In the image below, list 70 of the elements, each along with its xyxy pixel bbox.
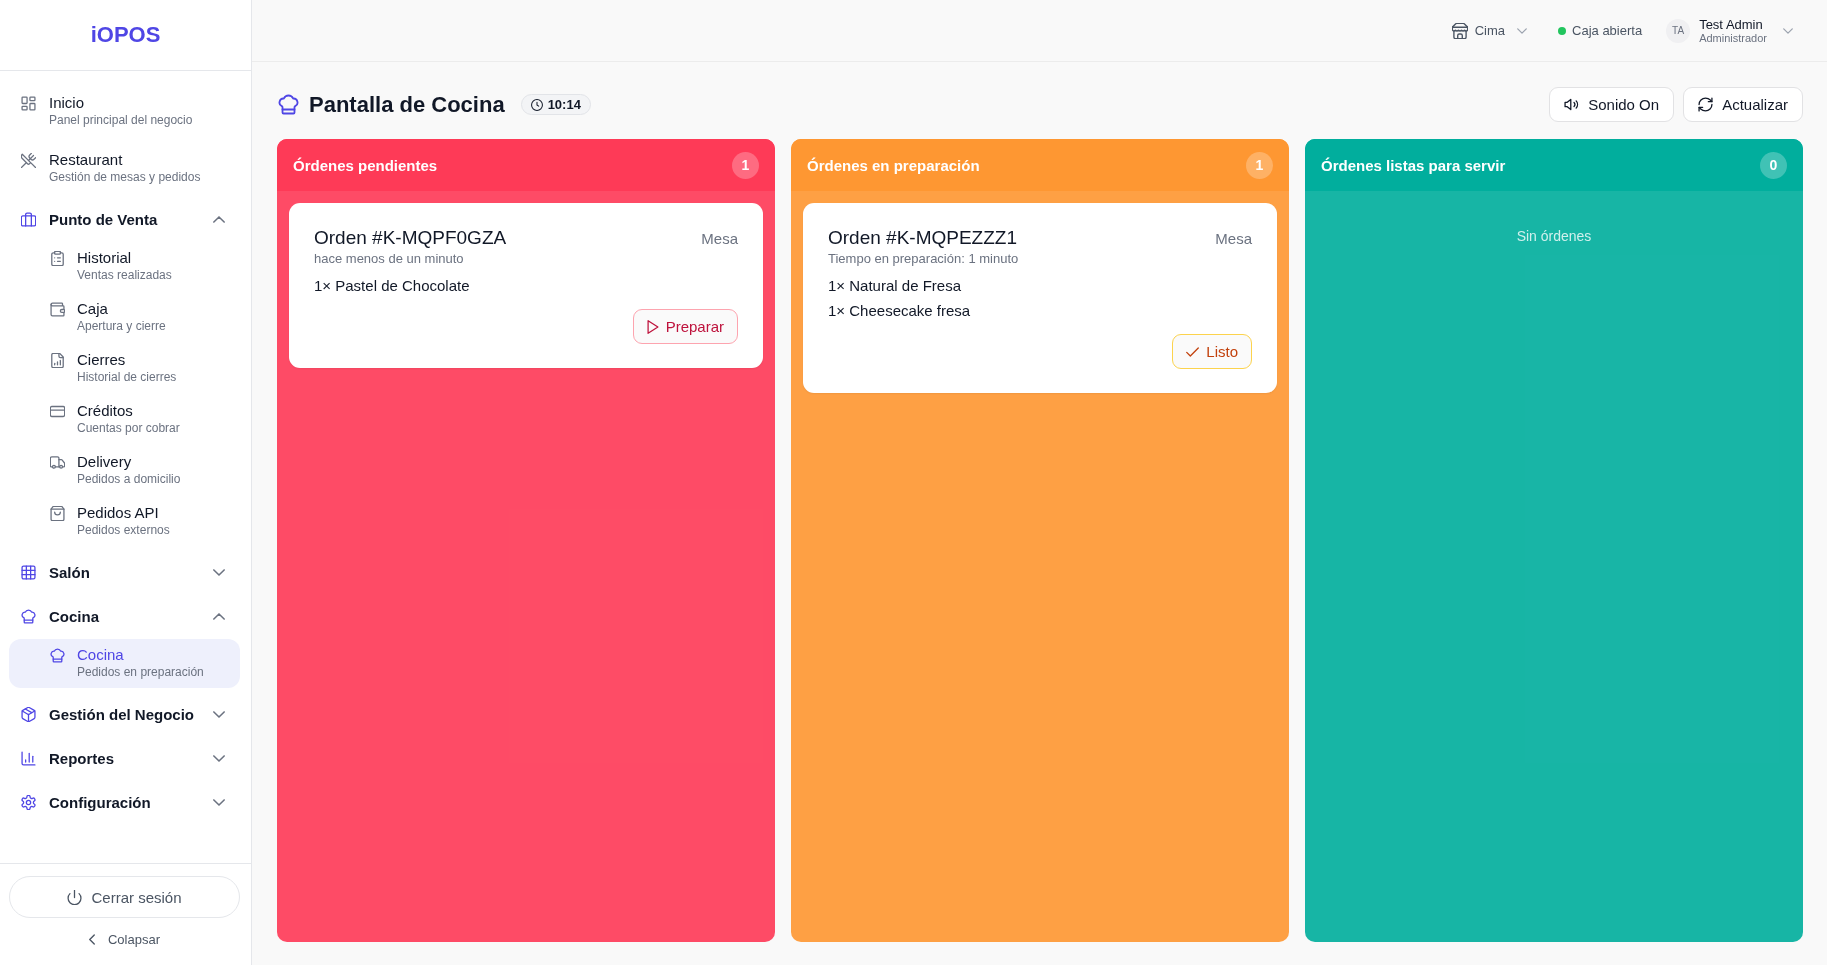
avatar: TA bbox=[1666, 18, 1691, 43]
nav-item[interactable]: Delivery Pedidos a domicilio bbox=[9, 446, 240, 495]
column-title: Órdenes en preparación bbox=[807, 156, 980, 174]
chevron-down-icon bbox=[1783, 27, 1793, 34]
sound-button[interactable]: Sonido On bbox=[1549, 87, 1675, 122]
nav-item[interactable]: Cocina Pedidos en preparación bbox=[9, 639, 240, 688]
chevron-left-icon bbox=[89, 933, 95, 945]
order-time: Tiempo en preparación: 1 minuto bbox=[828, 251, 1020, 267]
count-badge: 0 bbox=[1760, 151, 1787, 179]
check-icon bbox=[1186, 346, 1200, 357]
nav-item[interactable]: Restaurant Gestión de mesas y pedidos bbox=[9, 140, 240, 197]
refresh-icon bbox=[1698, 97, 1714, 112]
order-item: 1× Pastel de Chocolate bbox=[314, 276, 471, 296]
nav-item[interactable]: Pedidos API Pedidos externos bbox=[9, 497, 240, 546]
order-number: Orden #K-MQPEZZZ1 bbox=[828, 226, 1017, 250]
prepare-button[interactable]: Preparar bbox=[632, 309, 738, 344]
bag-icon bbox=[50, 505, 65, 521]
settings-icon bbox=[21, 794, 36, 810]
order-item: 1× Natural de Fresa bbox=[828, 276, 962, 296]
clock-icon bbox=[530, 98, 543, 111]
nav-section[interactable]: Punto de Venta bbox=[9, 197, 240, 241]
chef-hat-icon bbox=[278, 94, 299, 115]
nav-section[interactable]: Salón bbox=[9, 550, 240, 594]
order-number: Orden #K-MQPF0GZA bbox=[314, 226, 507, 250]
nav-section[interactable]: Gestión del Negocio bbox=[9, 692, 240, 736]
file-chart-icon bbox=[50, 352, 65, 368]
user-menu[interactable]: TA Test Admin Administrador bbox=[1666, 16, 1793, 45]
nav-section[interactable]: Reportes bbox=[9, 736, 240, 780]
cash-status: Caja abierta bbox=[1572, 23, 1643, 38]
wallet-icon bbox=[50, 301, 65, 317]
package-icon bbox=[21, 706, 36, 722]
table-label: Mesa bbox=[1215, 230, 1252, 247]
nav-item[interactable]: Cierres Historial de cierres bbox=[9, 344, 240, 393]
briefcase-icon bbox=[21, 211, 36, 227]
store-selector[interactable]: Cima bbox=[1451, 22, 1528, 39]
speaker-icon bbox=[1564, 97, 1580, 112]
truck-icon bbox=[50, 454, 65, 470]
empty-message: Sin órdenes bbox=[1515, 227, 1593, 245]
credit-card-icon bbox=[50, 403, 65, 419]
count-badge: 1 bbox=[1246, 151, 1273, 179]
utensils-icon bbox=[21, 152, 36, 168]
chevron-down-icon bbox=[1517, 27, 1528, 34]
chef-hat-icon bbox=[50, 647, 65, 663]
grid-icon bbox=[21, 564, 36, 580]
chef-hat-icon bbox=[21, 608, 36, 624]
column-title: Órdenes pendientes bbox=[293, 156, 438, 174]
logo: iOPOS bbox=[90, 22, 161, 48]
table-label: Mesa bbox=[701, 230, 738, 247]
nav-section[interactable]: Cocina bbox=[9, 594, 240, 638]
ready-button[interactable]: Listo bbox=[1172, 334, 1252, 369]
order-item: 1× Cheesecake fresa bbox=[828, 301, 972, 321]
nav-item[interactable]: Créditos Cuentas por cobrar bbox=[9, 395, 240, 444]
clipboard-icon bbox=[50, 250, 65, 266]
refresh-button[interactable]: Actualizar bbox=[1683, 87, 1803, 122]
collapse-button[interactable]: Colapsar bbox=[89, 931, 160, 947]
store-icon bbox=[1451, 22, 1468, 39]
nav-item[interactable]: Inicio Panel principal del negocio bbox=[9, 83, 240, 140]
column-title: Órdenes listas para servir bbox=[1321, 156, 1506, 174]
play-icon bbox=[646, 319, 659, 334]
clock-time: 10:14 bbox=[547, 97, 581, 112]
power-icon bbox=[67, 889, 83, 905]
bar-chart-icon bbox=[21, 750, 36, 766]
logout-button[interactable]: Cerrar sesión bbox=[9, 876, 240, 918]
nav-item[interactable]: Historial Ventas realizadas bbox=[9, 242, 240, 291]
page-title: Pantalla de Cocina bbox=[309, 90, 505, 119]
nav-section[interactable]: Configuración bbox=[9, 780, 240, 824]
nav-item[interactable]: Caja Apertura y cierre bbox=[9, 293, 240, 342]
order-time: hace menos de un minuto bbox=[314, 251, 465, 267]
count-badge: 1 bbox=[732, 151, 759, 179]
dashboard-icon bbox=[21, 95, 36, 111]
